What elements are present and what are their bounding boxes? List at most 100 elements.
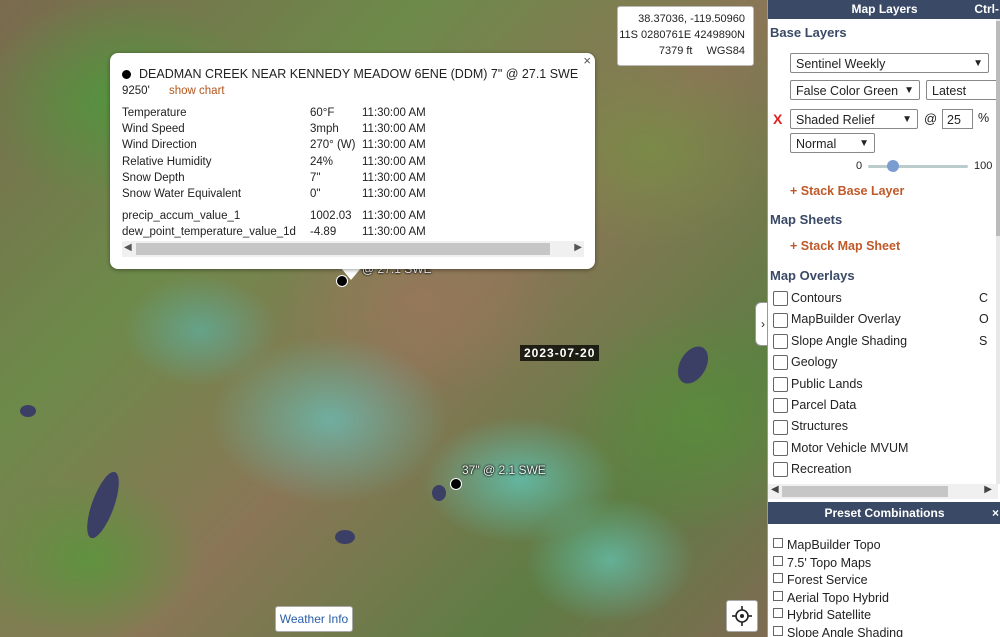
- overlay-item[interactable]: Public Lands: [773, 375, 863, 393]
- preset-item[interactable]: Slope Angle Shading: [773, 626, 903, 637]
- observation-name: dew_point_temperature_value_1d: [122, 226, 296, 239]
- preset-label: Slope Angle Shading: [787, 626, 904, 637]
- overlay-label: Structures: [791, 419, 848, 434]
- observation-name: precip_accum_value_1: [122, 210, 241, 223]
- blend-mode-select[interactable]: Normal ▼: [790, 133, 875, 153]
- overlay-item[interactable]: Motor Vehicle MVUM: [773, 439, 908, 457]
- popup-title-text: DEADMAN CREEK NEAR KENNEDY MEADOW 6ENE (…: [139, 67, 579, 81]
- overlay-checkbox[interactable]: [773, 462, 788, 478]
- overlay-checkbox[interactable]: [773, 334, 788, 349]
- weather-info-button[interactable]: Weather Info: [275, 606, 353, 632]
- utm-readout: 11S 0280761E 4249890N: [619, 29, 745, 41]
- overlay-checkbox[interactable]: [773, 419, 788, 435]
- observation-name: Temperature: [122, 107, 187, 120]
- observation-name: Snow Water Equivalent: [122, 188, 242, 201]
- lake: [80, 468, 126, 542]
- observation-value: 7": [310, 171, 321, 184]
- overlay-label: Slope Angle Shading: [791, 333, 908, 348]
- second-layer-select[interactable]: Shaded Relief ▼: [790, 109, 918, 129]
- layer-variant-select[interactable]: False Color Green ▼: [790, 80, 920, 100]
- overlay-item[interactable]: Recreation: [773, 460, 851, 478]
- stack-map-sheet-link[interactable]: + Stack Map Sheet: [790, 239, 900, 253]
- preset-combinations-header[interactable]: Preset Combinations ×: [768, 502, 1000, 524]
- map-layers-header[interactable]: Map Layers Ctrl-: [768, 0, 1000, 19]
- observation-time: 11:30:00 AM: [362, 123, 426, 136]
- preset-label: Hybrid Satellite: [787, 608, 872, 623]
- overlay-checkbox[interactable]: [773, 291, 788, 307]
- overlay-shortcut: O: [979, 312, 989, 327]
- layer-date-select[interactable]: Latest: [926, 80, 998, 100]
- observation-time: 11:30:00 AM: [362, 107, 426, 120]
- external-link-icon: [773, 538, 783, 548]
- overlay-item[interactable]: MapBuilder Overlay O: [773, 310, 989, 328]
- imagery-date-badge: 2023-07-20: [520, 345, 600, 361]
- show-chart-link[interactable]: show chart: [169, 85, 225, 97]
- map-canvas[interactable]: @ 27.1 SWE 37" @ 2.1 SWE 2023-07-20 38.3…: [0, 0, 767, 637]
- map-overlays-title: Map Overlays: [770, 268, 855, 283]
- overlay-item[interactable]: Parcel Data: [773, 396, 856, 414]
- station-marker[interactable]: [450, 478, 462, 490]
- overlay-checkbox[interactable]: [773, 376, 788, 392]
- lake: [20, 405, 36, 417]
- lake: [432, 485, 446, 501]
- overlay-item[interactable]: Contours C: [773, 289, 988, 307]
- scrollbar-thumb[interactable]: [136, 243, 550, 255]
- latlon-readout: 38.37036, -119.50960: [638, 13, 745, 25]
- overlay-checkbox[interactable]: [773, 441, 788, 456]
- overlay-item[interactable]: Structures: [773, 417, 848, 435]
- scroll-left-icon[interactable]: ◀: [124, 242, 132, 253]
- observation-value: 60°F: [310, 107, 335, 120]
- stack-base-layer-link[interactable]: + Stack Base Layer: [790, 184, 904, 198]
- observation-value: 3mph: [310, 123, 339, 136]
- observation-time: 11:30:00 AM: [362, 210, 426, 223]
- scroll-right-icon[interactable]: ▶: [984, 484, 992, 495]
- popup-horizontal-scrollbar[interactable]: ◀ ▶: [122, 241, 584, 257]
- overlay-item[interactable]: Geology: [773, 353, 838, 371]
- locate-me-button[interactable]: [726, 600, 758, 632]
- observation-value: 24%: [310, 155, 334, 168]
- opacity-slider-handle[interactable]: [887, 160, 899, 172]
- panel-vertical-scrollbar[interactable]: [996, 19, 1000, 484]
- chevron-down-icon: ▼: [902, 114, 912, 125]
- observation-row: Snow Water Equivalent 0" 11:30:00 AM: [120, 186, 428, 202]
- header-shortcut: Ctrl-: [974, 2, 999, 16]
- close-icon[interactable]: ×: [992, 502, 999, 524]
- observation-name: Wind Speed: [122, 123, 185, 136]
- opacity-slider-track[interactable]: [868, 165, 968, 168]
- preset-item[interactable]: Hybrid Satellite: [773, 608, 871, 622]
- scroll-right-icon[interactable]: ▶: [574, 242, 582, 253]
- popup-close-icon[interactable]: ×: [583, 53, 591, 68]
- map-layers-header-text: Map Layers: [851, 2, 918, 16]
- observation-row: Snow Depth 7" 11:30:00 AM: [120, 170, 428, 186]
- preset-label: 7.5' Topo Maps: [787, 555, 872, 570]
- base-layer-select[interactable]: Sentinel Weekly ▼: [790, 53, 989, 73]
- preset-item[interactable]: MapBuilder Topo: [773, 538, 881, 552]
- observation-value: 0": [310, 188, 321, 201]
- overlay-checkbox[interactable]: [773, 312, 788, 328]
- scroll-left-icon[interactable]: ◀: [771, 484, 779, 495]
- chevron-down-icon: ▼: [973, 58, 983, 69]
- at-symbol: @: [924, 111, 938, 126]
- preset-label: Forest Service: [787, 573, 868, 588]
- observation-row: Relative Humidity 24% 11:30:00 AM: [120, 154, 428, 170]
- layer-variant-value: False Color Green: [796, 84, 899, 98]
- map-sheets-title: Map Sheets: [770, 212, 843, 227]
- preset-label: MapBuilder Topo: [787, 538, 881, 552]
- panel-horizontal-scrollbar[interactable]: ◀ ▶: [768, 484, 998, 499]
- overlay-item[interactable]: Slope Angle Shading S: [773, 332, 987, 350]
- chevron-down-icon: ▼: [859, 138, 869, 149]
- observation-value: 270° (W): [310, 139, 356, 152]
- preset-item[interactable]: 7.5' Topo Maps: [773, 555, 872, 570]
- collapse-panel-button[interactable]: ›: [755, 302, 767, 346]
- observation-name: Snow Depth: [122, 171, 185, 184]
- scrollbar-thumb[interactable]: [996, 21, 1000, 236]
- remove-layer-icon[interactable]: X: [773, 111, 782, 127]
- overlay-checkbox[interactable]: [773, 355, 788, 371]
- opacity-input[interactable]: 25: [942, 109, 973, 129]
- overlay-checkbox[interactable]: [773, 398, 788, 414]
- popup-title: DEADMAN CREEK NEAR KENNEDY MEADOW 6ENE (…: [122, 67, 578, 81]
- preset-item[interactable]: Aerial Topo Hybrid: [773, 590, 889, 605]
- scrollbar-thumb[interactable]: [782, 486, 948, 497]
- preset-item[interactable]: Forest Service: [773, 573, 868, 587]
- overlay-label: MapBuilder Overlay: [791, 312, 901, 327]
